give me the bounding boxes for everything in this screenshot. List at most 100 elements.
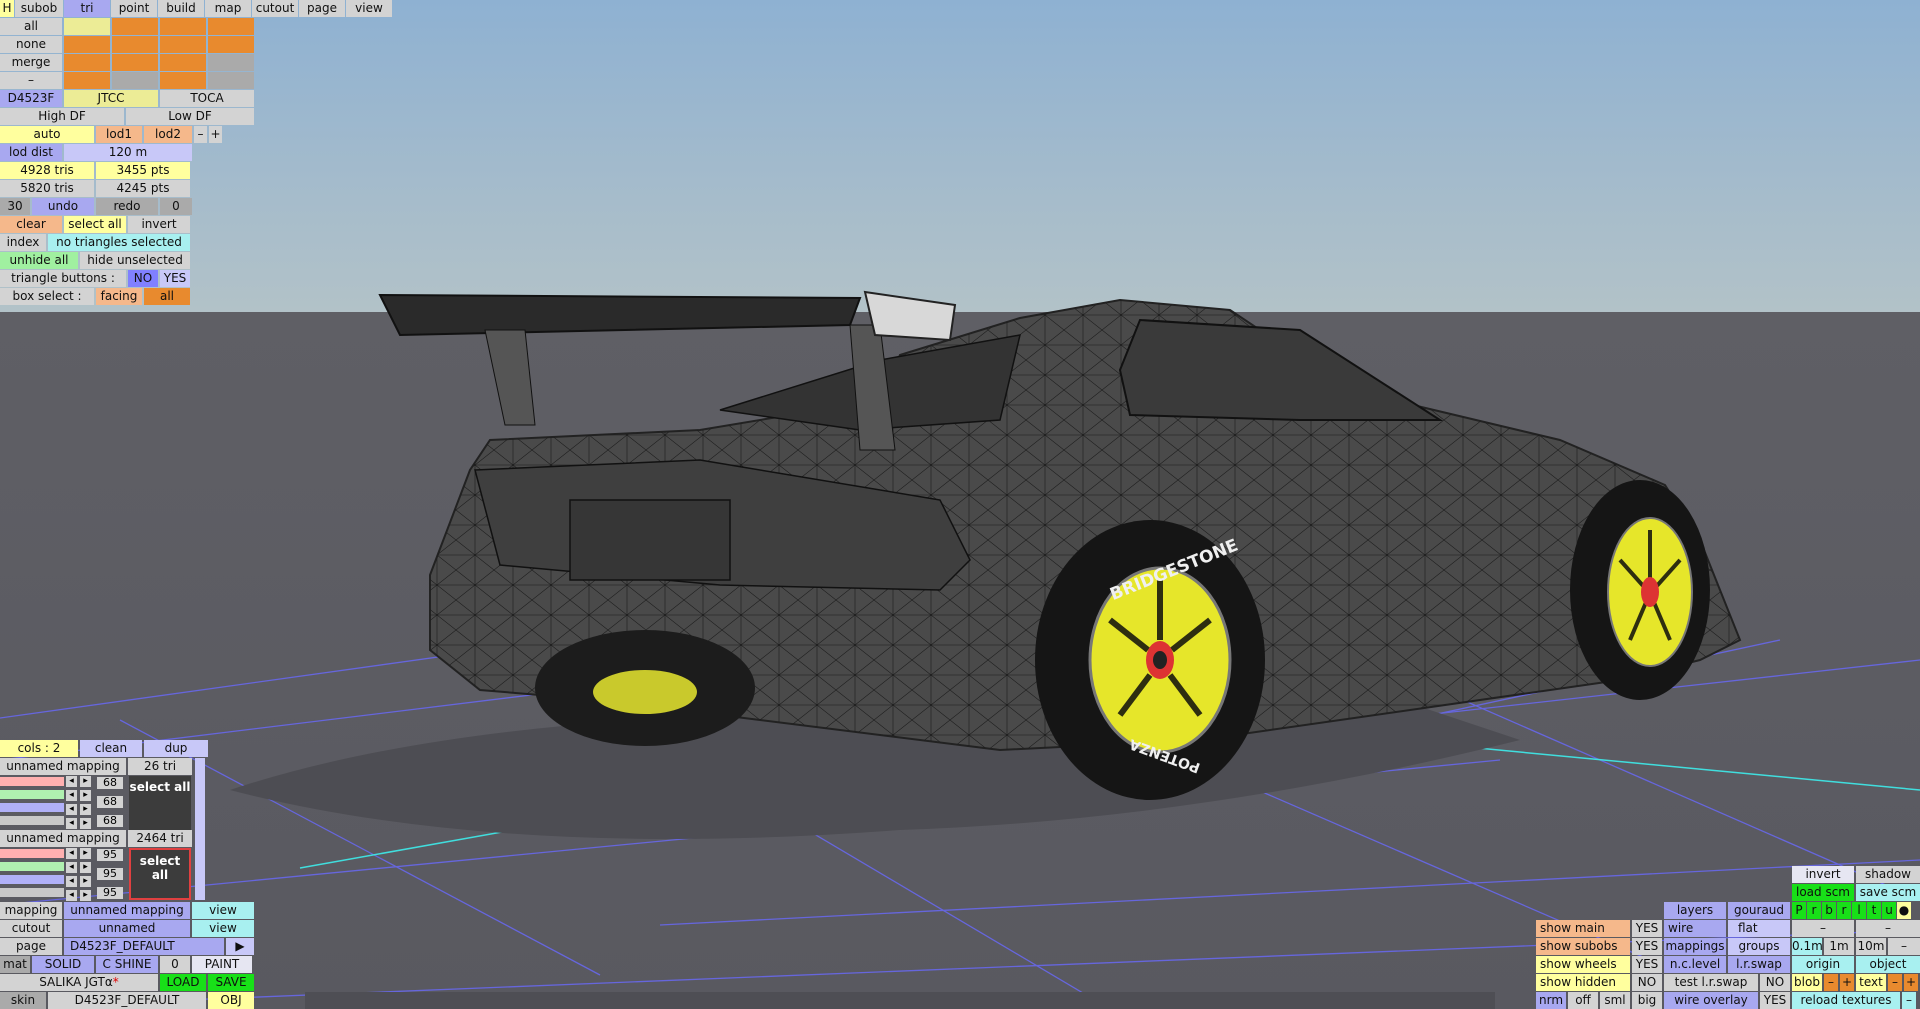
layers-button[interactable]: layers — [1664, 902, 1726, 919]
menu-cutout[interactable]: cutout — [252, 0, 298, 17]
reload-dash[interactable]: – — [1902, 992, 1916, 1009]
menu-build[interactable]: build — [158, 0, 204, 17]
color-cell[interactable] — [64, 18, 110, 35]
mat-solid-button[interactable]: SOLID — [32, 956, 94, 973]
mappings-button[interactable]: mappings — [1664, 938, 1726, 955]
config-name[interactable]: D4523F — [0, 90, 62, 107]
blob-button[interactable]: blob — [1792, 974, 1822, 991]
mapping-name[interactable]: unnamed mapping — [0, 830, 126, 847]
text-minus[interactable]: – — [1888, 974, 1902, 991]
arrow-left-icon[interactable]: ◂ — [66, 848, 77, 859]
arrow-left-icon[interactable]: ◂ — [66, 890, 77, 901]
select-all-tri-button[interactable]: select all — [64, 216, 126, 233]
value-field[interactable]: 68 — [97, 777, 123, 789]
mapping-name[interactable]: unnamed mapping — [0, 758, 126, 775]
dup-button[interactable]: dup — [144, 740, 208, 757]
cols-button[interactable]: cols : 2 — [0, 740, 78, 757]
big-button[interactable]: big — [1632, 992, 1662, 1009]
color-cell[interactable] — [112, 54, 158, 71]
origin-button[interactable]: origin — [1792, 956, 1854, 973]
dot-icon[interactable]: ● — [1897, 902, 1911, 919]
box-select-facing[interactable]: facing — [96, 288, 142, 305]
blue-slider[interactable] — [0, 803, 64, 812]
hide-unselected-button[interactable]: hide unselected — [80, 252, 190, 269]
redo-button[interactable]: redo — [96, 198, 158, 215]
low-df-button[interactable]: Low DF — [126, 108, 254, 125]
value-field[interactable]: 95 — [97, 887, 123, 899]
color-cell[interactable] — [112, 18, 158, 35]
lod1-button[interactable]: lod1 — [96, 126, 142, 143]
invert-view-button[interactable]: invert — [1792, 866, 1854, 883]
grid-0.1m-button[interactable]: 0.1m — [1792, 938, 1822, 955]
menu-tri[interactable]: tri — [64, 0, 110, 17]
show-subobs-toggle[interactable]: YES — [1632, 938, 1662, 955]
object-button[interactable]: object — [1856, 956, 1920, 973]
menu-view[interactable]: view — [346, 0, 392, 17]
red-slider[interactable] — [0, 849, 64, 858]
color-cell[interactable] — [160, 18, 206, 35]
mat-zero-value[interactable]: 0 — [160, 956, 190, 973]
mapping-scrollbar[interactable] — [195, 758, 205, 900]
layer-toggle[interactable]: l — [1852, 902, 1866, 919]
obj-button[interactable]: OBJ — [208, 992, 254, 1009]
lod-auto[interactable]: auto — [0, 126, 94, 143]
green-slider[interactable] — [0, 862, 64, 871]
viewport-3d[interactable]: BRIDGESTONE POTENZA — [0, 0, 1920, 1009]
blob-minus[interactable]: – — [1824, 974, 1838, 991]
index-label[interactable]: index — [0, 234, 46, 251]
clear-button[interactable]: clear — [0, 216, 62, 233]
arrow-left-icon[interactable]: ◂ — [66, 818, 77, 829]
lr-swap-button[interactable]: l.r.swap — [1728, 956, 1790, 973]
menu-map[interactable]: map — [205, 0, 251, 17]
car-name[interactable]: SALIKA JGTα* — [0, 974, 158, 991]
grid-dash-button[interactable]: – — [1888, 938, 1920, 955]
merge-button[interactable]: merge — [0, 54, 62, 71]
save-scm-button[interactable]: save scm — [1856, 884, 1920, 901]
arrow-left-icon[interactable]: ◂ — [66, 876, 77, 887]
mapping-value[interactable]: unnamed mapping — [64, 902, 190, 919]
wire-button[interactable]: wire — [1664, 920, 1726, 937]
high-df-button[interactable]: High DF — [0, 108, 124, 125]
color-cell[interactable] — [64, 72, 110, 89]
arrow-left-icon[interactable]: ◂ — [66, 790, 77, 801]
select-none-button[interactable]: none — [0, 36, 62, 53]
play-icon[interactable]: ▶ — [226, 938, 254, 955]
layer-toggle[interactable]: u — [1882, 902, 1896, 919]
value-field[interactable]: 95 — [97, 868, 123, 880]
alpha-slider[interactable] — [0, 888, 64, 897]
color-cell[interactable] — [160, 36, 206, 53]
color-cell[interactable] — [112, 36, 158, 53]
cutout-view-button[interactable]: view — [192, 920, 254, 937]
color-cell[interactable] — [160, 72, 206, 89]
mapping-select-all-button[interactable]: select all — [129, 776, 191, 830]
skin-value[interactable]: D4523F_DEFAULT — [48, 992, 206, 1009]
off-button[interactable]: off — [1568, 992, 1598, 1009]
color-cell[interactable] — [160, 54, 206, 71]
lod2-button[interactable]: lod2 — [144, 126, 192, 143]
box-select-all[interactable]: all — [144, 288, 190, 305]
load-scm-button[interactable]: load scm — [1792, 884, 1854, 901]
arrow-right-icon[interactable]: ▸ — [80, 804, 91, 815]
color-cell[interactable] — [64, 36, 110, 53]
gouraud-button[interactable]: gouraud — [1728, 902, 1790, 919]
show-hidden-toggle[interactable]: NO — [1632, 974, 1662, 991]
color-cell[interactable] — [208, 18, 254, 35]
lod-minus[interactable]: – — [194, 126, 207, 143]
arrow-right-icon[interactable]: ▸ — [80, 848, 91, 859]
dash-button[interactable]: – — [1856, 920, 1920, 937]
value-field[interactable]: 95 — [97, 849, 123, 861]
mapping-select-all-button[interactable]: select all — [129, 848, 191, 900]
wire-overlay-button[interactable]: wire overlay — [1664, 992, 1758, 1009]
mapping-view-button[interactable]: view — [192, 902, 254, 919]
dash-button[interactable]: – — [0, 72, 62, 89]
layer-toggle[interactable]: t — [1867, 902, 1881, 919]
blob-plus[interactable]: + — [1840, 974, 1854, 991]
wire-overlay-toggle[interactable]: YES — [1760, 992, 1790, 1009]
lod-plus[interactable]: + — [209, 126, 222, 143]
grid-1m-button[interactable]: 1m — [1824, 938, 1854, 955]
shadow-button[interactable]: shadow — [1856, 866, 1920, 883]
grid-10m-button[interactable]: 10m — [1856, 938, 1886, 955]
layer-toggle[interactable]: r — [1837, 902, 1851, 919]
arrow-right-icon[interactable]: ▸ — [80, 776, 91, 787]
save-button[interactable]: SAVE — [208, 974, 254, 991]
